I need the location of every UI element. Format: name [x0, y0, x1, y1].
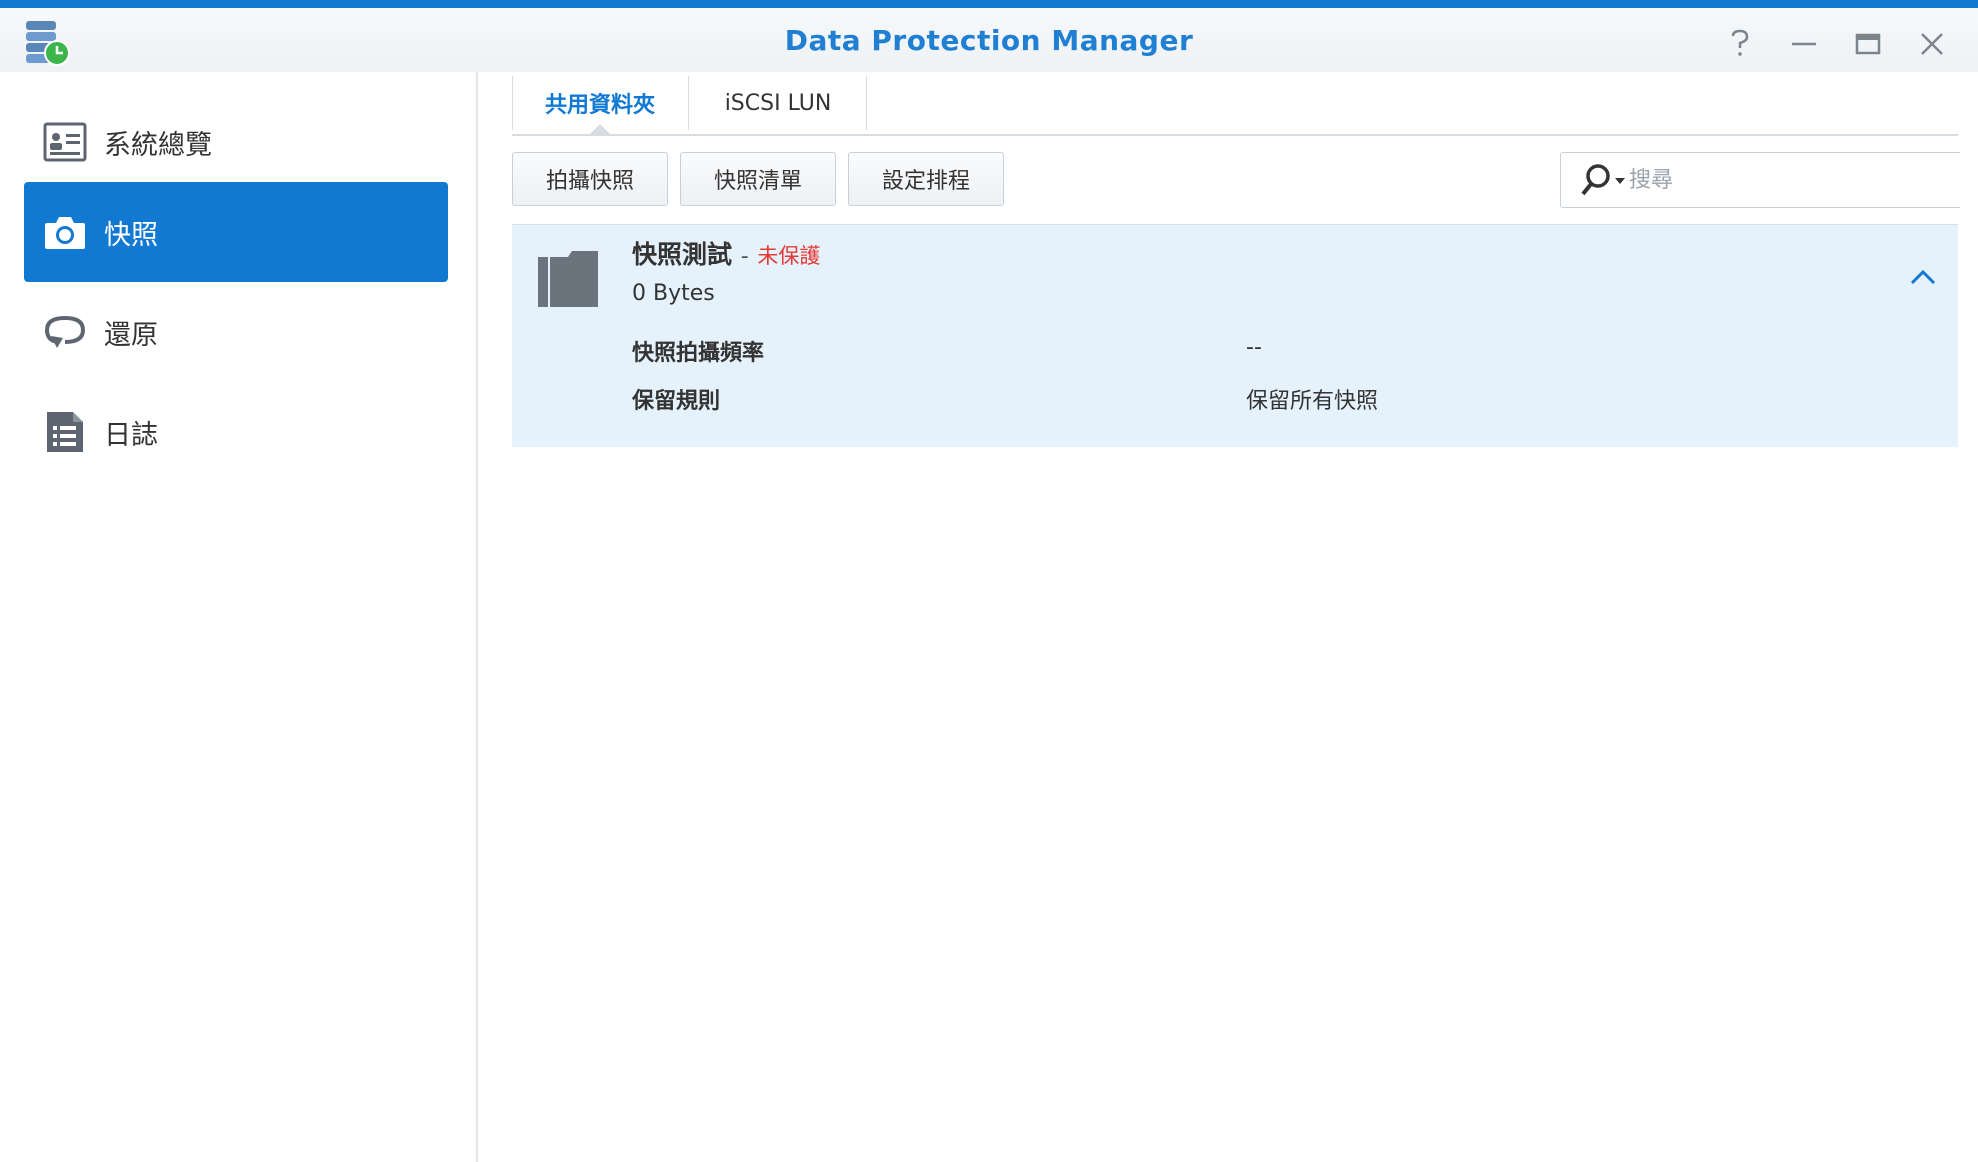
snapshot-list-button[interactable]: 快照清單	[680, 152, 836, 206]
active-tab-caret	[590, 124, 610, 134]
item-separator: -	[740, 244, 749, 269]
help-icon	[1731, 29, 1749, 56]
tab-bar: 共用資料夾 iSCSI LUN	[512, 72, 1958, 136]
search-box	[1560, 152, 1960, 208]
chevron-up-icon[interactable]	[1906, 261, 1940, 295]
window-accent-bar	[0, 0, 1978, 8]
sidebar-item-label: 還原	[104, 319, 158, 351]
item-name: 快照測試	[632, 240, 733, 269]
sidebar-item-log[interactable]: 日誌	[24, 382, 448, 482]
main-panel: 共用資料夾 iSCSI LUN 拍攝快照 快照清單 設定排程 快照測試 - 未保…	[478, 72, 1978, 1162]
search-input[interactable]	[1627, 166, 1931, 194]
window-title: Data Protection Manager	[784, 24, 1194, 57]
restore-icon	[42, 309, 88, 355]
tab-separator	[866, 76, 867, 130]
sidebar-item-snapshot[interactable]: 快照	[24, 182, 448, 282]
minimize-button[interactable]	[1786, 26, 1822, 62]
minimize-icon	[1792, 42, 1816, 46]
take-snapshot-button[interactable]: 拍攝快照	[512, 152, 668, 206]
status-badge: 未保護	[757, 244, 821, 268]
close-button[interactable]	[1914, 26, 1950, 62]
sidebar-item-overview[interactable]: 系統總覽	[24, 92, 448, 192]
detail-value-frequency: --	[1246, 335, 1262, 360]
detail-label-frequency: 快照拍攝頻率	[632, 341, 765, 366]
tab-separator	[688, 76, 689, 130]
maximize-icon	[1855, 33, 1881, 55]
detail-label-retention: 保留規則	[632, 389, 721, 414]
sidebar-item-label: 系統總覽	[104, 129, 212, 161]
close-icon	[1921, 33, 1943, 55]
shared-folder-item[interactable]: 快照測試 - 未保護 0 Bytes 快照拍攝頻率 -- 保留規則 保留所有快照	[512, 224, 1958, 447]
item-size: 0 Bytes	[632, 281, 715, 306]
overview-icon	[42, 119, 88, 165]
search-icon[interactable]	[1577, 160, 1627, 200]
sidebar: 系統總覽 快照 還原 日誌	[0, 72, 476, 1162]
folder-icon	[538, 251, 598, 307]
help-button[interactable]	[1722, 26, 1758, 62]
sidebar-item-restore[interactable]: 還原	[24, 282, 448, 382]
sidebar-item-label: 日誌	[104, 419, 158, 451]
camera-icon	[42, 209, 88, 255]
tab-iscsi-lun[interactable]: iSCSI LUN	[690, 72, 866, 134]
maximize-button[interactable]	[1850, 26, 1886, 62]
detail-value-retention: 保留所有快照	[1246, 389, 1379, 414]
title-bar: Data Protection Manager	[0, 8, 1978, 72]
set-schedule-button[interactable]: 設定排程	[848, 152, 1004, 206]
item-title: 快照測試 - 未保護	[632, 235, 820, 271]
sidebar-item-label: 快照	[104, 219, 158, 251]
log-icon	[42, 409, 88, 455]
